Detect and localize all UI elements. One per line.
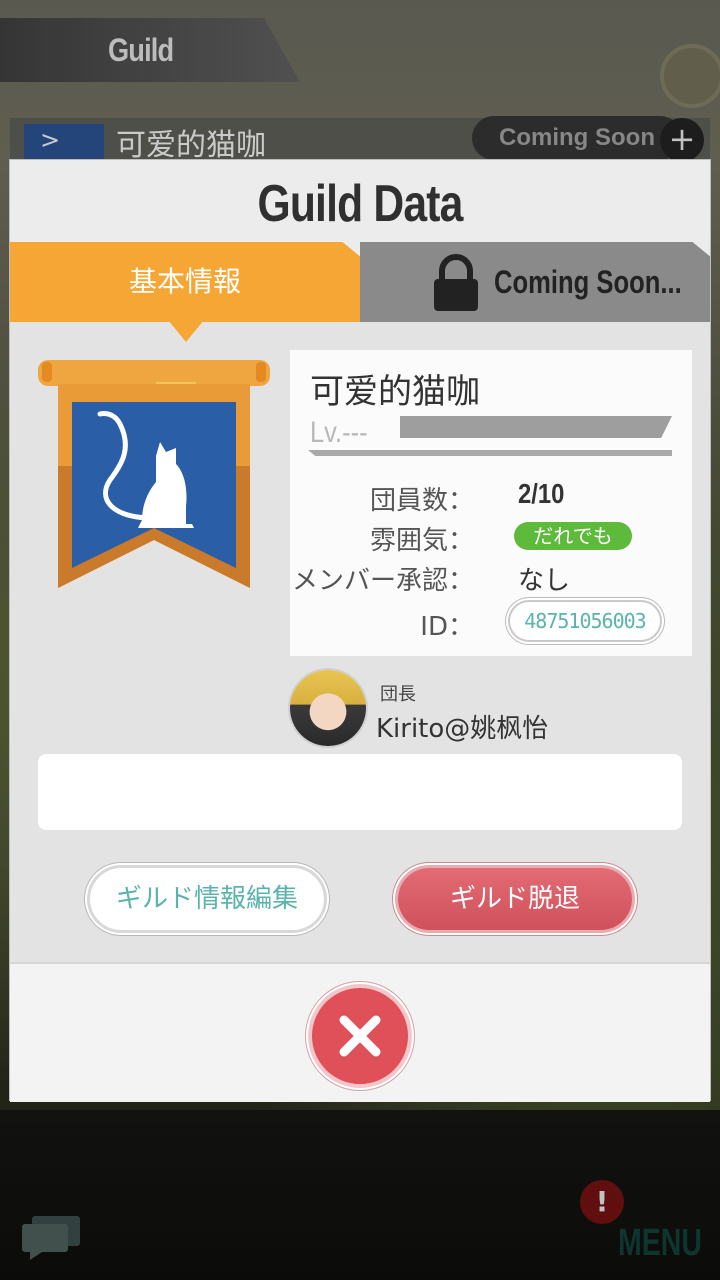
dialog-title: Guild Data [257, 175, 463, 233]
guild-info-card: 可爱的猫咖 Lv.--- 団員数： 2/10 雰囲気： だれでも メンバー承認：… [290, 350, 692, 656]
guild-emblem [38, 360, 270, 588]
active-tab-pointer [168, 320, 204, 342]
guild-id-button[interactable]: 48751056003 [510, 602, 660, 640]
mood-badge: だれでも [514, 522, 632, 550]
dialog-footer [10, 962, 710, 1102]
close-button[interactable] [312, 988, 408, 1084]
mood-label: 雰囲気： [369, 526, 474, 556]
guild-comment-box [38, 754, 682, 830]
padlock-icon [434, 254, 478, 311]
approval-value: なし [518, 566, 571, 596]
leader-role: 団長 [380, 684, 416, 705]
edit-guild-info-button[interactable]: ギルド情報編集 [90, 868, 324, 930]
leader-name: Kirito@姚枫怡 [376, 714, 549, 744]
close-x-icon [339, 1015, 381, 1057]
leave-guild-button[interactable]: ギルド脱退 [398, 868, 632, 930]
leader-avatar[interactable] [290, 670, 366, 746]
guild-level-label: Lv.--- [310, 416, 368, 449]
id-label: ID： [420, 612, 474, 642]
guild-name: 可爱的猫咖 [310, 372, 480, 412]
members-value: 2/10 [518, 478, 565, 509]
guild-level-bar [400, 416, 672, 438]
guild-data-dialog: Guild Data 基本情報 Coming Soon... 可爱的猫咖 Lv.… [10, 160, 710, 1102]
tab-basic-info[interactable]: 基本情報 [10, 242, 360, 322]
tab-coming-soon-label: Coming Soon... [494, 264, 682, 300]
guild-level-divider [308, 450, 672, 456]
members-label: 団員数： [369, 486, 474, 516]
approval-label: メンバー承認： [291, 566, 474, 596]
tab-coming-soon[interactable]: Coming Soon... [360, 242, 710, 322]
